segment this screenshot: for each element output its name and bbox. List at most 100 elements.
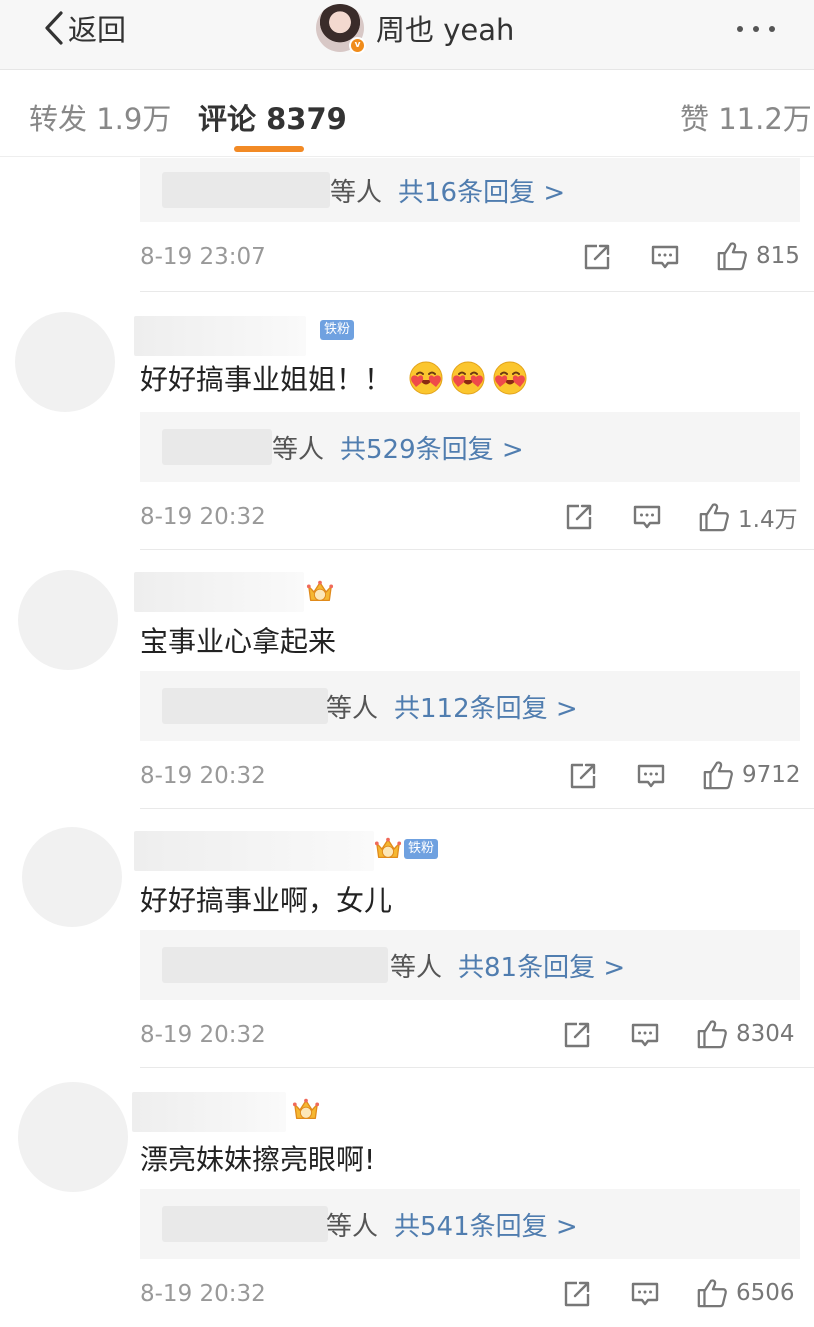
like-button[interactable]: 9712 bbox=[702, 759, 801, 791]
share-button[interactable] bbox=[568, 761, 598, 791]
username-blurred[interactable] bbox=[134, 831, 374, 871]
reply-count: 共541条回复 > bbox=[394, 1212, 578, 1242]
comment-item: 等人 共16条回复 > 8-19 23:07 815 bbox=[0, 158, 814, 292]
comment-time: 8-19 20:32 bbox=[140, 1022, 266, 1048]
thumbs-up-icon bbox=[696, 1018, 728, 1050]
like-count: 8304 bbox=[736, 1021, 795, 1047]
like-button[interactable]: 6506 bbox=[696, 1277, 795, 1309]
tab-reposts[interactable]: 转发 1.9万 bbox=[29, 96, 171, 138]
comment-button[interactable] bbox=[630, 1020, 660, 1050]
username-blurred[interactable] bbox=[134, 316, 306, 356]
reply-who: 等人 bbox=[272, 435, 325, 465]
comment-icon bbox=[630, 1279, 660, 1309]
comment-icon bbox=[636, 761, 666, 791]
comment-time: 8-19 20:32 bbox=[140, 1281, 266, 1307]
avatar[interactable]: v bbox=[316, 4, 366, 54]
reply-who: 等人 bbox=[330, 178, 383, 208]
avatar[interactable] bbox=[18, 570, 118, 670]
share-icon bbox=[562, 1020, 592, 1050]
share-button[interactable] bbox=[562, 1279, 592, 1309]
share-icon bbox=[568, 761, 598, 791]
like-count: 815 bbox=[756, 243, 800, 269]
reply-count: 共81条回复 > bbox=[458, 953, 626, 983]
comment-text: 好好搞事业姐姐！！ bbox=[140, 358, 528, 398]
profile-header[interactable]: v 周也 yeah bbox=[316, 4, 515, 54]
reply-thread-link[interactable]: 等人 共16条回复 > bbox=[140, 158, 800, 222]
fan-badge: 铁粉 bbox=[320, 320, 355, 340]
reply-thread-link[interactable]: 等人 共529条回复 > bbox=[140, 412, 800, 482]
hug-emoji-icon bbox=[492, 360, 528, 396]
more-dots-icon bbox=[737, 26, 775, 32]
share-icon bbox=[564, 502, 594, 532]
comment-button[interactable] bbox=[632, 502, 662, 532]
username-blurred[interactable] bbox=[132, 1092, 286, 1132]
comment-icon bbox=[630, 1020, 660, 1050]
crown-level-icon bbox=[306, 578, 334, 606]
hug-emoji-icon bbox=[408, 360, 444, 396]
active-tab-indicator bbox=[234, 146, 304, 152]
reply-author-blurred bbox=[162, 172, 330, 208]
fan-badge: 铁粉 bbox=[404, 839, 439, 859]
reply-count: 共529条回复 > bbox=[340, 435, 524, 465]
reply-author-blurred bbox=[162, 947, 388, 983]
verified-badge: v bbox=[349, 37, 366, 54]
reply-author-blurred bbox=[162, 429, 272, 465]
back-button[interactable]: 返回 bbox=[40, 8, 126, 48]
comment-time: 8-19 20:32 bbox=[140, 504, 266, 530]
like-button[interactable]: 8304 bbox=[696, 1018, 795, 1050]
page-title: 周也 yeah bbox=[376, 13, 515, 47]
comment-item: 宝事业心拿起来 等人 共112条回复 > 8-19 20:32 9712 bbox=[0, 550, 814, 809]
comment-icon bbox=[632, 502, 662, 532]
like-button[interactable]: 815 bbox=[716, 240, 800, 272]
avatar[interactable] bbox=[18, 1082, 128, 1192]
comment-text: 宝事业心拿起来 bbox=[140, 625, 337, 658]
like-button[interactable]: 1.4万 bbox=[698, 500, 798, 534]
username-blurred[interactable] bbox=[134, 572, 304, 612]
reply-who: 等人 bbox=[326, 1212, 379, 1242]
like-count: 1.4万 bbox=[738, 507, 798, 533]
reply-thread-link[interactable]: 等人 共81条回复 > bbox=[140, 930, 800, 1000]
top-nav-bar: 返回 v 周也 yeah bbox=[0, 0, 814, 70]
comment-time: 8-19 20:32 bbox=[140, 763, 266, 789]
tab-comments[interactable]: 评论 8379 bbox=[198, 96, 347, 138]
reply-thread-link[interactable]: 等人 共541条回复 > bbox=[140, 1189, 800, 1259]
like-count: 6506 bbox=[736, 1280, 795, 1306]
comment-text: 漂亮妹妹擦亮眼啊! bbox=[140, 1143, 376, 1176]
comment-icon bbox=[650, 242, 680, 272]
comment-text: 好好搞事业啊，女儿 bbox=[140, 884, 393, 917]
reply-count: 共16条回复 > bbox=[398, 178, 566, 208]
thumbs-up-icon bbox=[696, 1277, 728, 1309]
thumbs-up-icon bbox=[716, 240, 748, 272]
reply-who: 等人 bbox=[390, 953, 443, 983]
tab-bar: 转发 1.9万 评论 8379 赞 11.2万 bbox=[0, 71, 814, 157]
share-button[interactable] bbox=[582, 242, 612, 272]
back-label: 返回 bbox=[68, 13, 127, 47]
comment-item: 铁粉 好好搞事业姐姐！！ 等人 共529条回复 > 8-19 20:32 1.4万 bbox=[0, 292, 814, 550]
reply-count: 共112条回复 > bbox=[394, 694, 578, 724]
share-icon bbox=[562, 1279, 592, 1309]
crown-level-icon bbox=[374, 835, 402, 863]
comment-button[interactable] bbox=[650, 242, 680, 272]
share-icon bbox=[582, 242, 612, 272]
comment-item: 铁粉 好好搞事业啊，女儿 等人 共81条回复 > 8-19 20:32 8304 bbox=[0, 809, 814, 1068]
comment-button[interactable] bbox=[636, 761, 666, 791]
chevron-left-icon bbox=[45, 11, 63, 45]
reply-thread-link[interactable]: 等人 共112条回复 > bbox=[140, 671, 800, 741]
hug-emoji-icon bbox=[450, 360, 486, 396]
avatar[interactable] bbox=[15, 312, 115, 412]
reply-author-blurred bbox=[162, 688, 328, 724]
share-button[interactable] bbox=[564, 502, 594, 532]
crown-level-icon bbox=[292, 1096, 320, 1124]
avatar[interactable] bbox=[22, 827, 122, 927]
like-count: 9712 bbox=[742, 762, 801, 788]
thumbs-up-icon bbox=[698, 501, 730, 533]
more-button[interactable] bbox=[730, 8, 782, 48]
thumbs-up-icon bbox=[702, 759, 734, 791]
comment-time: 8-19 23:07 bbox=[140, 244, 266, 270]
reply-who: 等人 bbox=[326, 694, 379, 724]
reply-author-blurred bbox=[162, 1206, 328, 1242]
comment-item: 漂亮妹妹擦亮眼啊! 等人 共541条回复 > 8-19 20:32 6506 bbox=[0, 1068, 814, 1327]
share-button[interactable] bbox=[562, 1020, 592, 1050]
tab-likes[interactable]: 赞 11.2万 bbox=[680, 96, 812, 138]
comment-button[interactable] bbox=[630, 1279, 660, 1309]
